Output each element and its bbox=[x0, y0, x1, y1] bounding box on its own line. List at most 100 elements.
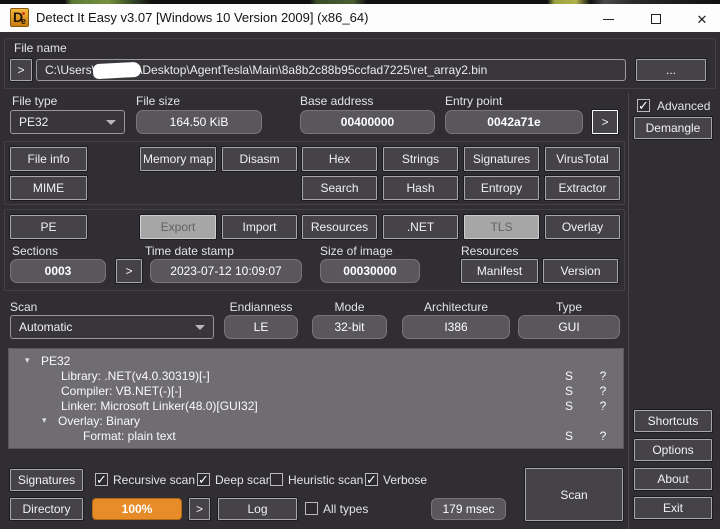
verbose-checkbox[interactable]: ✓ bbox=[365, 473, 378, 486]
sections-arrow-button[interactable]: > bbox=[116, 259, 142, 283]
tree-row-compiler[interactable]: Compiler: VB.NET(-)[-] S ? bbox=[9, 383, 623, 398]
sections-count[interactable]: 0003 bbox=[10, 259, 106, 283]
die-logo-icon: D e bbox=[10, 8, 29, 27]
detection-text: Overlay: Binary bbox=[58, 414, 140, 428]
file-path-prefix: C:\Users\ bbox=[45, 63, 95, 77]
maximize-icon bbox=[651, 14, 661, 24]
signatures-db-button[interactable]: Signatures bbox=[10, 469, 83, 491]
mime-button[interactable]: MIME bbox=[10, 176, 87, 200]
dotnet-button[interactable]: .NET bbox=[383, 215, 458, 239]
hash-button[interactable]: Hash bbox=[383, 176, 458, 200]
extractor-button[interactable]: Extractor bbox=[545, 176, 620, 200]
file-type-select[interactable]: PE32 bbox=[10, 110, 125, 134]
sections-label: Sections bbox=[12, 244, 58, 258]
tree-row-overlay[interactable]: ▾Overlay: Binary bbox=[9, 413, 623, 428]
tree-row-pe32[interactable]: ▾PE32 bbox=[9, 353, 623, 368]
endianness-value[interactable]: LE bbox=[224, 315, 298, 339]
overlay-button[interactable]: Overlay bbox=[545, 215, 620, 239]
scan-button[interactable]: Scan bbox=[525, 468, 623, 521]
browse-button[interactable]: ... bbox=[636, 59, 706, 81]
time-date-stamp-label: Time date stamp bbox=[145, 244, 234, 258]
resources-button[interactable]: Resources bbox=[302, 215, 377, 239]
options-button[interactable]: Options bbox=[634, 439, 712, 461]
export-button: Export bbox=[140, 215, 216, 239]
triangle-down-icon[interactable]: ▾ bbox=[25, 355, 41, 366]
redaction-blob bbox=[93, 61, 142, 78]
info-link[interactable]: ? bbox=[591, 369, 615, 383]
file-info-button[interactable]: File info bbox=[10, 147, 87, 171]
file-path-input[interactable]: C:\Users\ \Desktop\AgentTesla\Main\8a8b2c… bbox=[36, 59, 626, 81]
info-link[interactable]: ? bbox=[591, 384, 615, 398]
info-link[interactable]: ? bbox=[591, 429, 615, 443]
architecture-label: Architecture bbox=[402, 300, 510, 314]
titlebar: D e Detect It Easy v3.07 [Windows 10 Ver… bbox=[0, 4, 720, 32]
architecture-value[interactable]: I386 bbox=[402, 315, 510, 339]
signatures-view-button[interactable]: Signatures bbox=[464, 147, 539, 171]
chevron-down-icon bbox=[195, 325, 205, 330]
verbose-label: Verbose bbox=[383, 473, 427, 487]
advanced-label: Advanced bbox=[657, 99, 710, 113]
directory-button[interactable]: Directory bbox=[10, 498, 83, 520]
manifest-button[interactable]: Manifest bbox=[461, 259, 538, 283]
heuristic-scan-checkbox[interactable] bbox=[270, 473, 283, 486]
recursive-scan-checkbox[interactable]: ✓ bbox=[95, 473, 108, 486]
scan-method-select[interactable]: Automatic bbox=[10, 315, 214, 339]
signature-link[interactable]: S bbox=[557, 369, 581, 383]
pe-button[interactable]: PE bbox=[10, 215, 87, 239]
minimize-button[interactable] bbox=[592, 8, 624, 30]
maximize-button[interactable] bbox=[640, 8, 672, 30]
detection-text: PE32 bbox=[41, 354, 70, 368]
deep-scan-checkbox[interactable]: ✓ bbox=[197, 473, 210, 486]
scan-results-tree: ▾PE32 Library: .NET(v4.0.30319)[-] S ? C… bbox=[8, 348, 624, 449]
recursive-scan-label: Recursive scan bbox=[113, 473, 195, 487]
exit-button[interactable]: Exit bbox=[634, 497, 712, 519]
signature-link[interactable]: S bbox=[557, 429, 581, 443]
info-link[interactable]: ? bbox=[591, 399, 615, 413]
version-button[interactable]: Version bbox=[543, 259, 618, 283]
type-label: Type bbox=[518, 300, 620, 314]
detection-text: Compiler: VB.NET(-)[-] bbox=[61, 384, 182, 398]
tree-row-format[interactable]: Format: plain text S ? bbox=[9, 428, 623, 443]
resources-label: Resources bbox=[461, 244, 518, 258]
type-value[interactable]: GUI bbox=[518, 315, 620, 339]
signature-link[interactable]: S bbox=[557, 384, 581, 398]
signature-link[interactable]: S bbox=[557, 399, 581, 413]
die-window: D e Detect It Easy v3.07 [Windows 10 Ver… bbox=[0, 0, 720, 529]
heuristic-scan-label: Heuristic scan bbox=[288, 473, 363, 487]
all-types-checkbox[interactable] bbox=[305, 502, 318, 515]
scan-method-value: Automatic bbox=[19, 320, 72, 334]
entry-point-value[interactable]: 0042a71e bbox=[445, 110, 583, 134]
close-icon: ✕ bbox=[697, 13, 708, 26]
detection-text: Library: .NET(v4.0.30319)[-] bbox=[61, 369, 210, 383]
about-button[interactable]: About bbox=[634, 468, 712, 490]
file-path-suffix: \Desktop\AgentTesla\Main\8a8b2c88b95ccfa… bbox=[139, 63, 487, 77]
shortcuts-button[interactable]: Shortcuts bbox=[634, 410, 712, 432]
mode-value[interactable]: 32-bit bbox=[312, 315, 387, 339]
size-of-image-value[interactable]: 00030000 bbox=[320, 259, 420, 283]
demangle-button[interactable]: Demangle bbox=[634, 117, 712, 139]
log-button[interactable]: Log bbox=[218, 498, 297, 520]
hex-button[interactable]: Hex bbox=[302, 147, 377, 171]
tree-row-library[interactable]: Library: .NET(v4.0.30319)[-] S ? bbox=[9, 368, 623, 383]
detection-text: Format: plain text bbox=[83, 429, 176, 443]
entry-point-arrow-button[interactable]: > bbox=[592, 110, 618, 134]
advanced-checkbox[interactable]: ✓ bbox=[637, 99, 650, 112]
tls-button: TLS bbox=[464, 215, 539, 239]
elapsed-time: 179 msec bbox=[431, 498, 506, 520]
all-types-label: All types bbox=[323, 502, 368, 516]
search-button[interactable]: Search bbox=[302, 176, 377, 200]
tree-row-linker[interactable]: Linker: Microsoft Linker(48.0)[GUI32] S … bbox=[9, 398, 623, 413]
strings-button[interactable]: Strings bbox=[383, 147, 458, 171]
import-button[interactable]: Import bbox=[222, 215, 297, 239]
progress-arrow-button[interactable]: > bbox=[189, 498, 210, 520]
base-address-value[interactable]: 00400000 bbox=[300, 110, 435, 134]
close-button[interactable]: ✕ bbox=[686, 8, 718, 30]
triangle-down-icon[interactable]: ▾ bbox=[42, 415, 58, 426]
virustotal-button[interactable]: VirusTotal bbox=[545, 147, 620, 171]
file-open-arrow-button[interactable]: > bbox=[10, 59, 32, 81]
disasm-button[interactable]: Disasm bbox=[222, 147, 297, 171]
entropy-button[interactable]: Entropy bbox=[464, 176, 539, 200]
detection-text: Linker: Microsoft Linker(48.0)[GUI32] bbox=[61, 399, 258, 413]
memory-map-button[interactable]: Memory map bbox=[140, 147, 216, 171]
time-date-stamp-value[interactable]: 2023-07-12 10:09:07 bbox=[150, 259, 302, 283]
